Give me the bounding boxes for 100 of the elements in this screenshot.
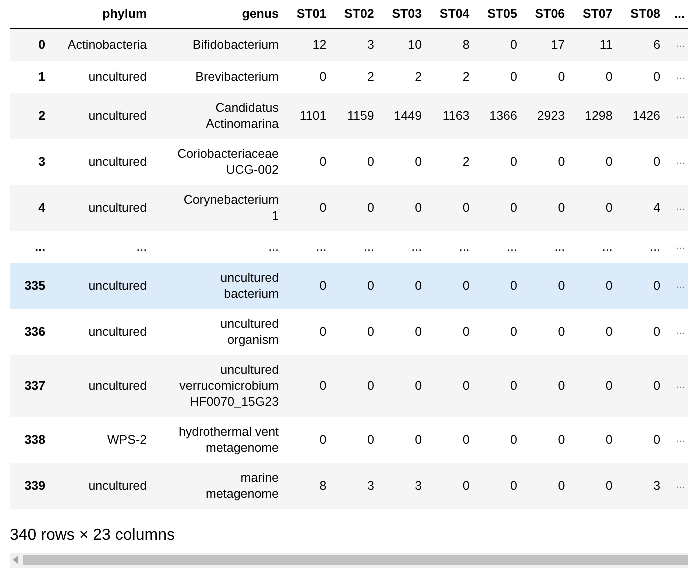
table-cell: 0 — [474, 416, 522, 462]
table-cell: 12 — [284, 28, 332, 60]
table-cell: 0 — [522, 184, 570, 230]
table-cell: 0 — [570, 184, 618, 230]
table-cell: 0 — [427, 184, 475, 230]
table-cell: 0 — [474, 262, 522, 308]
table-cell: 0 — [427, 354, 475, 416]
table-cell: 0 — [570, 308, 618, 354]
table-cell: 0 — [332, 354, 380, 416]
table-cell: 0 — [332, 184, 380, 230]
table-cell: 0 — [379, 308, 428, 354]
table-cell: uncultured — [50, 138, 152, 184]
table-cell: ... — [666, 416, 688, 462]
table-cell: 1159 — [332, 92, 380, 138]
table-cell: ... — [284, 230, 332, 262]
table-cell: 0 — [379, 416, 428, 462]
table-cell: 0 — [618, 262, 666, 308]
row-index: 337 — [10, 354, 51, 416]
table-cell: 0 — [284, 354, 332, 416]
table-cell: uncultured bacterium — [152, 262, 284, 308]
table-cell: 0 — [474, 60, 522, 92]
scrollbar-thumb[interactable] — [23, 555, 688, 565]
table-cell: ... — [50, 230, 152, 262]
table-cell: 0 — [284, 262, 332, 308]
row-index: 0 — [10, 28, 51, 60]
table-cell: 1163 — [427, 92, 475, 138]
table-cell: 2 — [427, 60, 475, 92]
table-cell: Actinobacteria — [50, 28, 152, 60]
table-cell: ... — [666, 262, 688, 308]
table-cell: ... — [379, 230, 428, 262]
table-cell: Corynebacterium 1 — [152, 184, 284, 230]
table-cell: 0 — [284, 60, 332, 92]
table-cell: ... — [570, 230, 618, 262]
table-cell: 0 — [474, 462, 522, 508]
table-cell: 0 — [522, 416, 570, 462]
row-index: 4 — [10, 184, 51, 230]
table-cell: 8 — [284, 462, 332, 508]
table-cell: ... — [152, 230, 284, 262]
table-cell: 0 — [474, 138, 522, 184]
table-cell: 2 — [332, 60, 380, 92]
table-cell: uncultured — [50, 262, 152, 308]
table-cell: 3 — [332, 28, 380, 60]
row-index: 1 — [10, 60, 51, 92]
table-cell: 0 — [284, 184, 332, 230]
table-cell: 0 — [618, 354, 666, 416]
table-cell: 0 — [522, 308, 570, 354]
table-cell: 0 — [427, 308, 475, 354]
table-row[interactable]: 337 uncultured uncultured verrucomicrobium HF0070_15G23 0 0 0 0 0 0 0 0 ... — [10, 354, 688, 416]
table-cell: 11 — [570, 28, 618, 60]
table-cell: ... — [666, 138, 688, 184]
table-cell: 0 — [379, 262, 428, 308]
table-cell: 8 — [427, 28, 475, 60]
table-cell: 1101 — [284, 92, 332, 138]
table-row[interactable]: 339 uncultured marine metagenome 8 3 3 0 0 0 0 3 ... — [10, 462, 688, 508]
table-cell: uncultured — [50, 354, 152, 416]
table-cell: 0 — [522, 354, 570, 416]
table-cell: ... — [666, 60, 688, 92]
table-cell: 3 — [618, 462, 666, 508]
table-cell: 0 — [522, 138, 570, 184]
table-cell: ... — [474, 230, 522, 262]
table-cell: 0 — [522, 462, 570, 508]
table-cell: uncultured — [50, 184, 152, 230]
row-index: 338 — [10, 416, 51, 462]
table-cell: uncultured verrucomicrobium HF0070_15G23 — [152, 354, 284, 416]
table-cell: 0 — [570, 60, 618, 92]
table-cell: Candidatus Actinomarina — [152, 92, 284, 138]
table-cell: 0 — [618, 60, 666, 92]
table-cell: Brevibacterium — [152, 60, 284, 92]
table-row[interactable]: 2 uncultured Candidatus Actinomarina 1101 1159 1449 1163 1366 2923 1298 1426 ... — [10, 92, 688, 138]
table-cell: 2923 — [522, 92, 570, 138]
table-cell: hydrothermal vent metagenome — [152, 416, 284, 462]
table-cell: 0 — [570, 262, 618, 308]
table-cell: ... — [666, 184, 688, 230]
table-cell: 0 — [332, 416, 380, 462]
table-cell: 1426 — [618, 92, 666, 138]
table-cell: ... — [666, 354, 688, 416]
row-index: 3 — [10, 138, 51, 184]
table-cell: 0 — [427, 416, 475, 462]
table-row[interactable]: 0 Actinobacteria Bifidobacterium 12 3 10 8 0 17 11 6 ... — [10, 28, 688, 60]
horizontal-scrollbar[interactable] — [10, 552, 688, 568]
table-cell: 0 — [474, 28, 522, 60]
table-cell: uncultured — [50, 308, 152, 354]
table-cell: 0 — [379, 354, 428, 416]
table-cell: 0 — [618, 308, 666, 354]
table-cell: 17 — [522, 28, 570, 60]
table-cell: Bifidobacterium — [152, 28, 284, 60]
table-cell: Coriobacteriaceae UCG-002 — [152, 138, 284, 184]
table-cell: uncultured organism — [152, 308, 284, 354]
table-cell: 0 — [427, 262, 475, 308]
table-cell: ... — [666, 28, 688, 60]
table-cell: 0 — [570, 462, 618, 508]
table-cell: 3 — [379, 462, 428, 508]
table-cell: ... — [666, 308, 688, 354]
table-cell: ... — [522, 230, 570, 262]
table-cell: 0 — [522, 60, 570, 92]
table-cell: 1298 — [570, 92, 618, 138]
scroll-left-icon[interactable] — [13, 556, 19, 564]
table-row[interactable]: 4 uncultured Corynebacterium 1 0 0 0 0 0 0 0 4 ... — [10, 184, 688, 230]
table-cell: 2 — [427, 138, 475, 184]
table-cell: 0 — [522, 262, 570, 308]
